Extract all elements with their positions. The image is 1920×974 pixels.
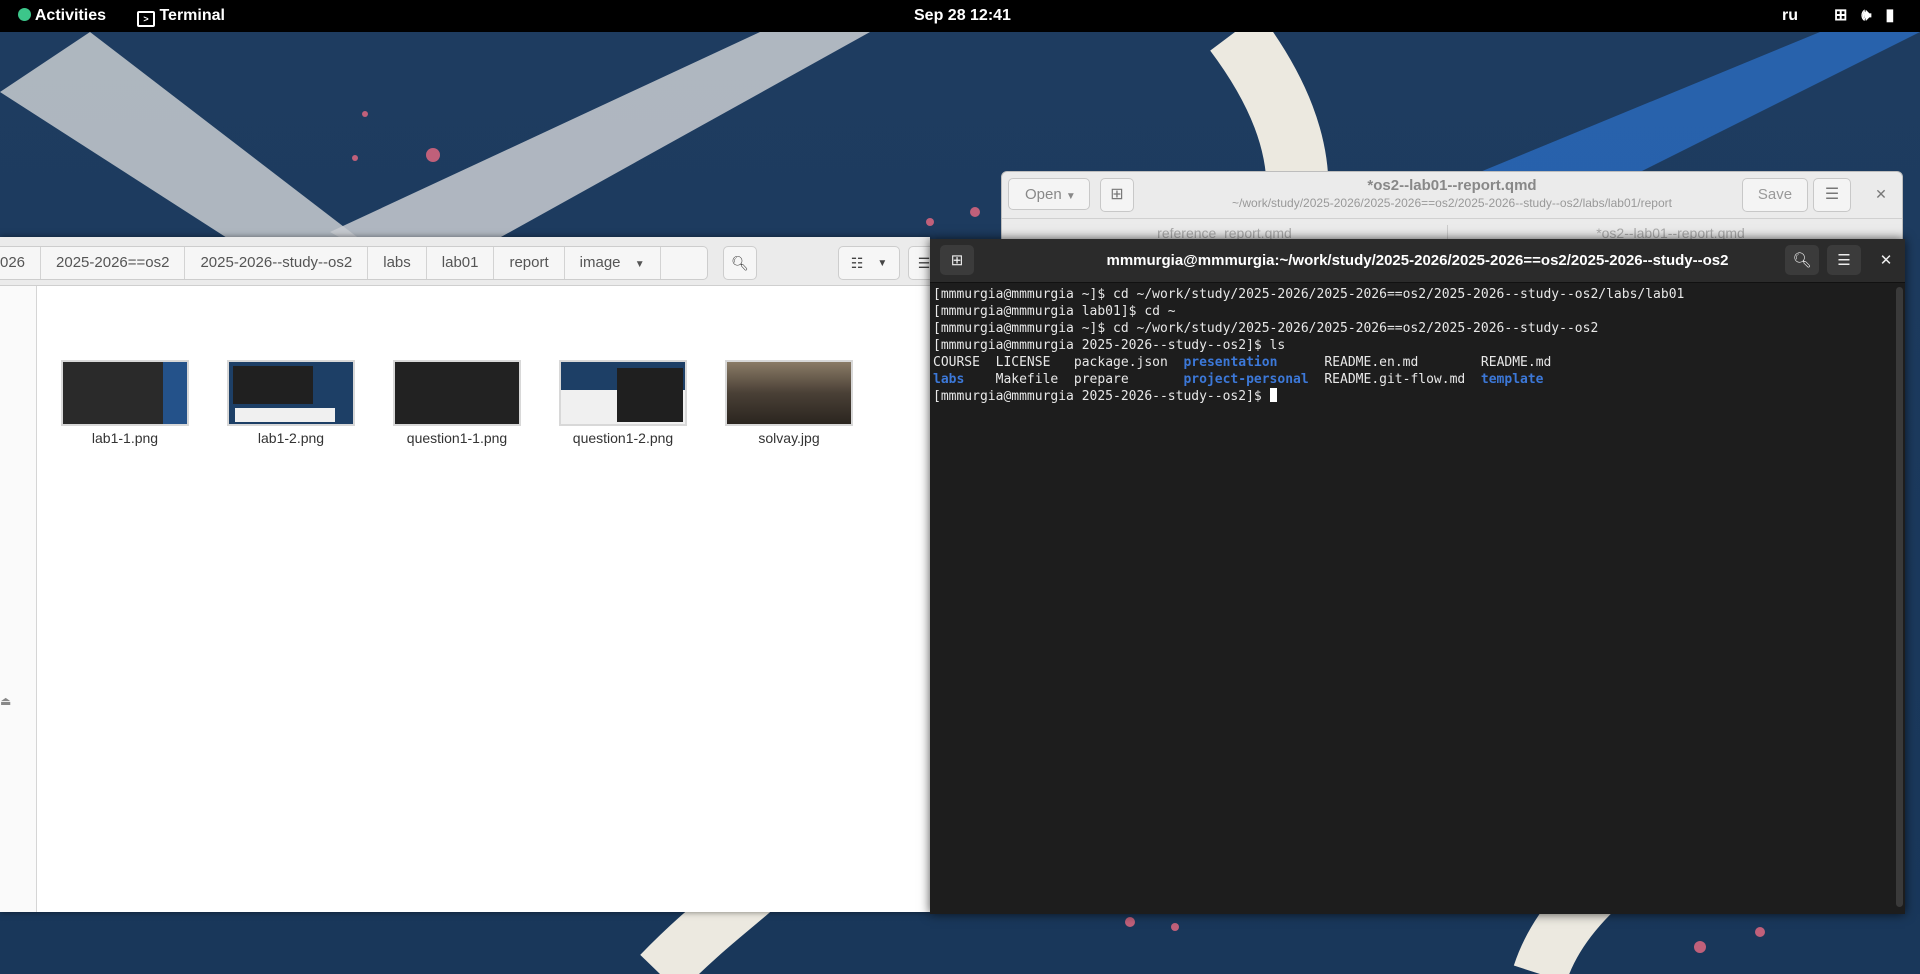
- terminal-title: mmmurgia@mmmurgia:~/work/study/2025-2026…: [1106, 252, 1729, 269]
- breadcrumb-spacer: [661, 247, 707, 279]
- file-name: lab1-2.png: [257, 430, 325, 446]
- file-item[interactable]: question1-2.png: [559, 360, 687, 446]
- fedora-logo-icon: [18, 8, 31, 21]
- file-thumbnail: [61, 360, 189, 426]
- ls-entry-directory: project-personal: [1183, 372, 1309, 387]
- top-bar: Activities > Terminal Sep 28 12:41 ru ⊞ 🕪…: [0, 0, 1920, 32]
- terminal-window[interactable]: ⊞ mmmurgia@mmmurgia:~/work/study/2025-20…: [930, 239, 1905, 914]
- ls-output-row: labs Makefile prepare project-personal R…: [933, 371, 1883, 388]
- breadcrumb: 026 2025-2026==os2 2025-2026--study--os2…: [0, 246, 708, 280]
- file-name: question1-1.png: [406, 430, 508, 446]
- file-manager-header: 026 2025-2026==os2 2025-2026--study--os2…: [0, 237, 940, 286]
- ls-entry: Makefile prepare: [964, 372, 1184, 387]
- battery-icon: ▮: [1885, 7, 1895, 24]
- ls-spacer: [1418, 355, 1481, 370]
- ls-entry-directory: template: [1480, 372, 1544, 387]
- network-icon: ⊞: [1834, 7, 1848, 24]
- ls-entry: COURSE: [933, 355, 996, 370]
- file-manager-window[interactable]: 026 2025-2026==os2 2025-2026--study--os2…: [0, 237, 940, 912]
- ls-entry-directory: labs: [933, 372, 965, 387]
- ls-entry: package.json: [1073, 355, 1184, 370]
- list-view-icon: ☷: [850, 254, 864, 271]
- chevron-down-icon: ▼: [877, 257, 888, 269]
- file-item[interactable]: solvay.jpg: [725, 360, 853, 446]
- breadcrumb-item[interactable]: 026: [0, 247, 42, 279]
- file-thumbnail: [227, 360, 355, 426]
- terminal-line: [mmmurgia@mmmurgia ~]$ cd ~/work/study/2…: [933, 321, 1599, 336]
- ls-entry: README.git-flow.md: [1308, 372, 1481, 387]
- ls-entry: README.en.md: [1324, 355, 1419, 370]
- gedit-window[interactable]: Open ▼ ⊞ *os2--lab01--report.qmd ~/work/…: [1001, 171, 1903, 243]
- view-mode-button[interactable]: ☷ ▼: [838, 246, 900, 280]
- terminal-titlebar: ⊞ mmmurgia@mmmurgia:~/work/study/2025-20…: [930, 239, 1905, 283]
- eject-icon[interactable]: ⏏: [0, 694, 11, 708]
- system-status-area[interactable]: ⊞ 🕪 ▮: [1820, 0, 1894, 32]
- close-button[interactable]: ✕: [1869, 245, 1903, 275]
- ls-entry: LICENSE: [995, 355, 1074, 370]
- terminal-prompt-line: [mmmurgia@mmmurgia 2025-2026--study--os2…: [933, 388, 1883, 405]
- file-thumbnail: [559, 360, 687, 426]
- terminal-line: [mmmurgia@mmmurgia 2025-2026--study--os2…: [933, 338, 1286, 353]
- search-button[interactable]: 🔍︎: [1785, 245, 1819, 275]
- file-item[interactable]: question1-1.png: [393, 360, 521, 446]
- activities-button[interactable]: Activities: [18, 0, 106, 32]
- menu-button[interactable]: ☰: [1827, 245, 1861, 275]
- close-icon[interactable]: ✕: [1868, 178, 1894, 210]
- file-item[interactable]: lab1-1.png: [61, 360, 189, 446]
- breadcrumb-item-current[interactable]: image ▼: [565, 247, 661, 279]
- file-thumbnail: [725, 360, 853, 426]
- search-icon: 🔍︎: [1792, 252, 1812, 269]
- close-icon: ✕: [1879, 252, 1893, 269]
- breadcrumb-item[interactable]: lab01: [427, 247, 495, 279]
- file-name: lab1-1.png: [91, 430, 159, 446]
- breadcrumb-item[interactable]: 2025-2026--study--os2: [185, 247, 369, 279]
- hamburger-icon: ☰: [1824, 186, 1840, 203]
- terminal-line: [mmmurgia@mmmurgia lab01]$ cd ~: [933, 304, 1176, 319]
- breadcrumb-current-label: image: [579, 254, 621, 271]
- hamburger-icon: ☰: [1837, 252, 1851, 269]
- file-name: question1-2.png: [572, 430, 674, 446]
- terminal-prompt: [mmmurgia@mmmurgia 2025-2026--study--os2…: [933, 389, 1270, 404]
- ls-entry-directory: presentation: [1183, 355, 1278, 370]
- terminal-cursor: [1269, 388, 1277, 402]
- breadcrumb-item[interactable]: report: [494, 247, 565, 279]
- breadcrumb-item[interactable]: labs: [368, 247, 427, 279]
- sidebar: ⏏: [0, 286, 37, 912]
- terminal-app-icon: >: [137, 11, 155, 27]
- terminal-output[interactable]: [mmmurgia@mmmurgia ~]$ cd ~/work/study/2…: [933, 286, 1883, 906]
- terminal-line: [mmmurgia@mmmurgia ~]$ cd ~/work/study/2…: [933, 287, 1685, 302]
- file-thumbnail: [393, 360, 521, 426]
- file-item[interactable]: lab1-2.png: [227, 360, 355, 446]
- terminal-scrollbar[interactable]: [1896, 287, 1903, 907]
- menu-button[interactable]: ☰: [1813, 178, 1851, 212]
- file-name: solvay.jpg: [758, 430, 820, 446]
- clock[interactable]: Sep 28 12:41: [914, 0, 1011, 32]
- ls-spacer: [1277, 355, 1324, 370]
- app-name-label: Terminal: [159, 7, 225, 24]
- hamburger-icon: ☰: [917, 254, 931, 271]
- search-icon: 🔍︎: [731, 254, 749, 271]
- search-button[interactable]: 🔍︎: [723, 246, 757, 280]
- ls-entry: README.md: [1480, 355, 1552, 370]
- ls-output-row: COURSE LICENSE package.json presentation…: [933, 354, 1883, 371]
- save-button[interactable]: Save: [1742, 178, 1808, 212]
- volume-icon: 🕪: [1861, 7, 1872, 24]
- breadcrumb-item[interactable]: 2025-2026==os2: [41, 247, 186, 279]
- keyboard-layout-indicator[interactable]: ru: [1782, 0, 1798, 32]
- activities-label: Activities: [34, 7, 106, 24]
- app-menu[interactable]: > Terminal: [137, 0, 225, 32]
- chevron-down-icon: ▼: [634, 259, 645, 270]
